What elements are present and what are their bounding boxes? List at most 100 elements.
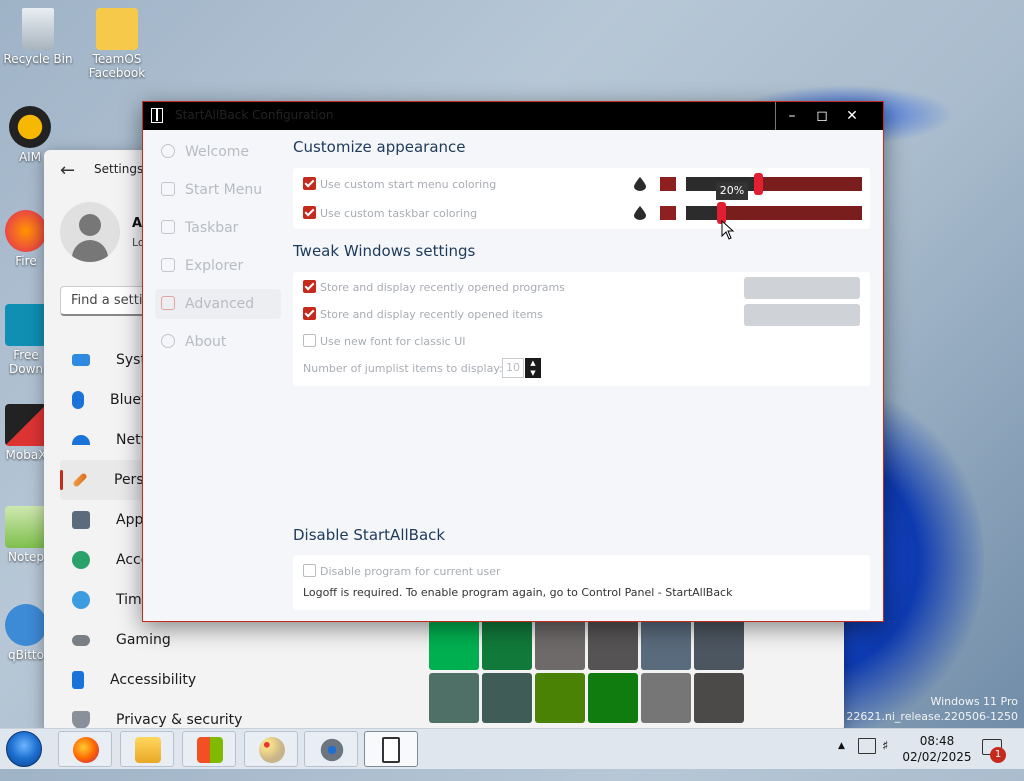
nav-label: Gaming	[116, 632, 171, 648]
accent-color-swatch[interactable]	[482, 620, 532, 670]
appearance-panel: Use custom start menu coloring 20% Use c…	[293, 168, 870, 229]
opacity-drop-icon	[634, 177, 646, 191]
clock-time: 08:48	[919, 734, 955, 748]
checkbox-label: Use custom taskbar coloring	[320, 207, 478, 220]
startallback-window[interactable]: StartAllBack Configuration – ◻ ✕ Welcome…	[142, 101, 884, 622]
taskbar-settings[interactable]	[304, 731, 358, 767]
opacity-drop-icon	[634, 206, 646, 220]
jumplist-spinner[interactable]: 10 ▲ ▼	[502, 358, 542, 378]
clear-programs-button[interactable]	[744, 277, 860, 299]
accent-color-swatch[interactable]	[694, 673, 744, 723]
checkbox-checked-icon	[303, 280, 316, 293]
disable-program-checkbox[interactable]: Disable program for current user	[303, 564, 501, 580]
recent-items-checkbox[interactable]: Store and display recently opened items	[303, 307, 543, 323]
checkbox-label: Disable program for current user	[320, 565, 501, 578]
checkbox-label: Store and display recently opened progra…	[320, 281, 565, 294]
checkbox-label: Use custom start menu coloring	[320, 178, 497, 191]
disable-panel: Disable program for current user Logoff …	[293, 555, 870, 610]
start-menu-icon	[161, 182, 175, 196]
checkbox-checked-icon	[303, 206, 316, 219]
wrench-icon	[161, 296, 175, 310]
smile-icon	[161, 144, 175, 158]
taskbar-firefox[interactable]	[58, 731, 112, 767]
volume-muted-icon[interactable]: ♯	[882, 739, 898, 755]
taskbar-paint[interactable]	[244, 731, 298, 767]
folder-icon	[96, 8, 138, 50]
globe-clock-icon	[72, 591, 90, 609]
sab-content: Customize appearance Use custom start me…	[293, 130, 871, 621]
clear-items-button[interactable]	[744, 304, 860, 326]
sidebar-item-welcome[interactable]: Welcome	[161, 137, 281, 167]
slider-track-rest	[758, 177, 862, 191]
taskbar-explorer[interactable]	[120, 731, 174, 767]
slider-value-tooltip: 20%	[716, 182, 748, 200]
sidebar-item-explorer[interactable]: Explorer	[161, 251, 281, 281]
shield-icon	[72, 711, 90, 729]
sab-titlebar[interactable]: StartAllBack Configuration – ◻ ✕	[143, 102, 883, 130]
sidebar-label: Advanced	[185, 296, 255, 312]
section-title-disable: Disable StartAllBack	[293, 526, 446, 544]
startallback-icon	[382, 737, 400, 763]
sidebar-item-about[interactable]: About	[161, 327, 281, 357]
accessibility-icon	[72, 671, 84, 689]
sab-window-title: StartAllBack Configuration	[175, 108, 334, 122]
startallback-app-icon	[151, 108, 163, 123]
accent-color-swatch[interactable]	[482, 673, 532, 723]
apps-icon	[72, 511, 90, 529]
nav-label: Accessibility	[110, 672, 197, 688]
desktop-icon-label: TeamOS Facebook	[88, 52, 146, 80]
clock[interactable]: 08:48 02/02/2025	[902, 733, 972, 765]
accent-color-swatch[interactable]	[535, 620, 585, 670]
accent-color-swatch[interactable]	[588, 620, 638, 670]
nav-item-gaming[interactable]: Gaming	[60, 620, 340, 660]
desktop-icon-recycle-bin[interactable]: Recycle Bin	[0, 8, 76, 66]
store-icon	[197, 737, 223, 763]
folder-icon	[135, 737, 161, 763]
accent-color-swatch[interactable]	[694, 620, 744, 670]
close-button[interactable]: ✕	[837, 102, 867, 130]
recent-programs-checkbox[interactable]: Store and display recently opened progra…	[303, 280, 565, 296]
start-button[interactable]	[6, 731, 42, 767]
start-menu-opacity-slider[interactable]	[686, 173, 862, 195]
slider-track-filled	[686, 206, 721, 220]
accent-color-swatch[interactable]	[588, 673, 638, 723]
watermark-edition: Windows 11 Pro	[930, 695, 1018, 708]
slider-thumb[interactable]	[754, 173, 763, 195]
back-arrow-icon[interactable]: ←	[60, 160, 75, 181]
sidebar-item-start-menu[interactable]: Start Menu	[161, 175, 281, 205]
network-icon[interactable]	[858, 738, 876, 754]
new-font-checkbox[interactable]: Use new font for classic UI	[303, 334, 466, 350]
taskbar-startallback[interactable]	[364, 731, 418, 767]
jumplist-label: Number of jumplist items to display:	[303, 362, 503, 375]
spinner-arrows-icon[interactable]: ▲ ▼	[525, 358, 541, 378]
sidebar-label: Start Menu	[185, 182, 263, 198]
accent-color-swatch[interactable]	[429, 673, 479, 723]
taskbar-color-swatch[interactable]	[660, 206, 676, 220]
slider-track-rest	[721, 206, 862, 220]
account-icon	[72, 551, 90, 569]
maximize-button[interactable]: ◻	[807, 102, 837, 130]
settings-title: Settings	[94, 162, 144, 176]
start-menu-color-swatch[interactable]	[660, 177, 676, 191]
taskbar-store[interactable]	[182, 731, 236, 767]
accent-color-swatch[interactable]	[535, 673, 585, 723]
taskbar-opacity-slider[interactable]	[686, 202, 862, 224]
accent-color-swatch[interactable]	[641, 620, 691, 670]
sab-sidebar: Welcome Start Menu Taskbar Explorer Adva…	[143, 130, 281, 621]
accent-color-swatch[interactable]	[641, 673, 691, 723]
taskbar-coloring-checkbox[interactable]: Use custom taskbar coloring	[303, 206, 477, 222]
checkbox-checked-icon	[303, 307, 316, 320]
nav-item-accessibility[interactable]: Accessibility	[60, 660, 340, 700]
jumplist-value[interactable]: 10	[502, 358, 524, 378]
accent-color-swatch[interactable]	[429, 620, 479, 670]
terminal-icon	[5, 404, 47, 446]
start-menu-coloring-checkbox[interactable]: Use custom start menu coloring	[303, 177, 496, 193]
sidebar-item-taskbar[interactable]: Taskbar	[161, 213, 281, 243]
desktop-icon-teamos[interactable]: TeamOS Facebook	[79, 8, 155, 80]
section-title-tweak: Tweak Windows settings	[293, 242, 476, 260]
minimize-button[interactable]: –	[777, 102, 807, 130]
user-name: A	[132, 216, 143, 231]
sidebar-label: Taskbar	[185, 220, 239, 236]
sidebar-item-advanced[interactable]: Advanced	[155, 289, 281, 319]
tray-overflow-icon[interactable]: ▲	[838, 741, 848, 781]
